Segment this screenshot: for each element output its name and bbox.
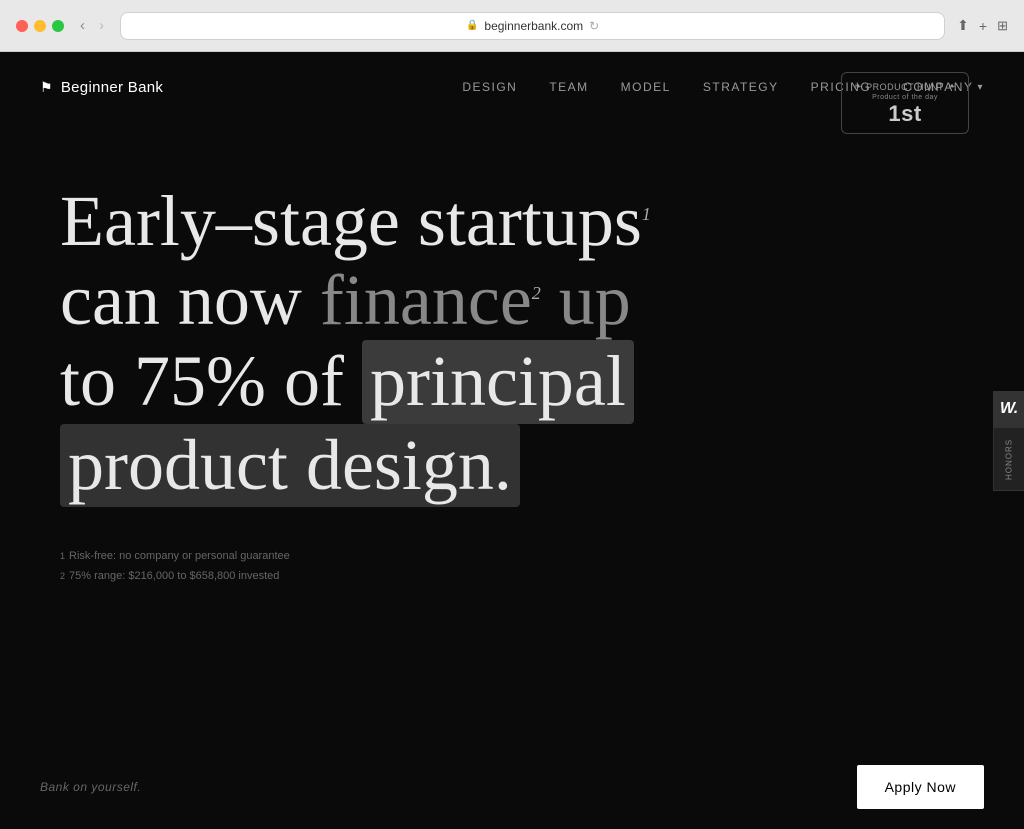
nav-item-model[interactable]: MODEL	[621, 80, 671, 94]
browser-nav-controls: ‹ ›	[76, 15, 108, 36]
forward-button[interactable]: ›	[95, 15, 108, 36]
nav-item-team[interactable]: TEAM	[549, 80, 588, 94]
headline-line3: to 75% of principal	[60, 340, 760, 423]
logo-text: Beginner Bank	[61, 79, 163, 96]
headline-text-1: Early–stage startups	[60, 181, 642, 261]
browser-chrome: ‹ › 🔒 beginnerbank.com ↻ ⬆ + ⊞	[0, 0, 1024, 52]
bottom-bar: Bank on yourself. Apply Now	[0, 745, 1024, 829]
logo[interactable]: ⚑ Beginner Bank	[40, 79, 163, 96]
tagline: Bank on yourself.	[40, 780, 141, 794]
nav-item-strategy[interactable]: STRATEGY	[703, 80, 779, 94]
headline-text-2: can now	[60, 260, 320, 340]
traffic-lights	[16, 20, 64, 32]
fn2-text: 75% range: $216,000 to $658,800 invested	[69, 567, 279, 587]
headline-line1: Early–stage startups1	[60, 182, 760, 261]
headline-line2: can now finance2 up	[60, 261, 760, 340]
headline-line4: product design.	[60, 424, 760, 507]
back-button[interactable]: ‹	[76, 15, 89, 36]
maximize-button[interactable]	[52, 20, 64, 32]
ph-subtitle: Product of the day	[872, 94, 938, 101]
browser-actions: ⬆ + ⊞	[957, 17, 1008, 34]
tabs-icon[interactable]: ⊞	[997, 18, 1008, 34]
hero-headline: Early–stage startups1 can now finance2 u…	[60, 182, 760, 507]
headline-text-3: to 75% of	[60, 341, 362, 421]
share-icon[interactable]: ⬆	[957, 17, 969, 34]
headline-product-design: product design.	[60, 424, 520, 507]
side-widget-honors: Honors	[993, 427, 1024, 491]
footnote-2: 2 75% range: $216,000 to $658,800 invest…	[60, 567, 964, 587]
close-button[interactable]	[16, 20, 28, 32]
fn1-superscript: 1	[60, 548, 65, 564]
footnote-1: 1 Risk-free: no company or personal guar…	[60, 547, 964, 567]
reload-icon[interactable]: ↻	[589, 19, 599, 33]
wreath-right: ❧	[948, 81, 956, 92]
new-tab-icon[interactable]: +	[979, 18, 987, 34]
lock-icon: 🔒	[466, 20, 478, 31]
product-hunt-badge: ❧ PRODUCT HUNT ❧ Product of the day 1st	[841, 72, 969, 134]
wreath-left: ❧	[854, 81, 862, 92]
headline-finance: finance	[320, 260, 532, 340]
website: ⚑ Beginner Bank DESIGN TEAM MODEL STRATE…	[0, 52, 1024, 829]
hero-section: Early–stage startups1 can now finance2 u…	[0, 122, 1024, 829]
address-bar[interactable]: 🔒 beginnerbank.com ↻	[120, 12, 945, 40]
ph-rank: 1st	[888, 103, 921, 125]
footnote-ref-1: 1	[642, 204, 651, 224]
fn1-text: Risk-free: no company or personal guaran…	[69, 547, 290, 567]
headline-principal: principal	[362, 340, 634, 423]
url-text: beginnerbank.com	[484, 19, 583, 33]
chevron-down-icon: ▾	[977, 82, 984, 93]
minimize-button[interactable]	[34, 20, 46, 32]
footnotes: 1 Risk-free: no company or personal guar…	[60, 547, 964, 587]
footnote-ref-2: 2	[532, 283, 541, 303]
fn2-superscript: 2	[60, 568, 65, 584]
side-widget-w-letter: W.	[993, 391, 1024, 427]
headline-up: up	[541, 260, 631, 340]
nav-item-design[interactable]: DESIGN	[462, 80, 517, 94]
side-widget[interactable]: W. Honors	[993, 391, 1024, 491]
ph-wreath: ❧ PRODUCT HUNT ❧	[854, 81, 956, 92]
logo-icon: ⚑	[40, 79, 53, 96]
apply-now-button[interactable]: Apply Now	[857, 765, 984, 809]
ph-label: PRODUCT HUNT	[866, 82, 944, 92]
